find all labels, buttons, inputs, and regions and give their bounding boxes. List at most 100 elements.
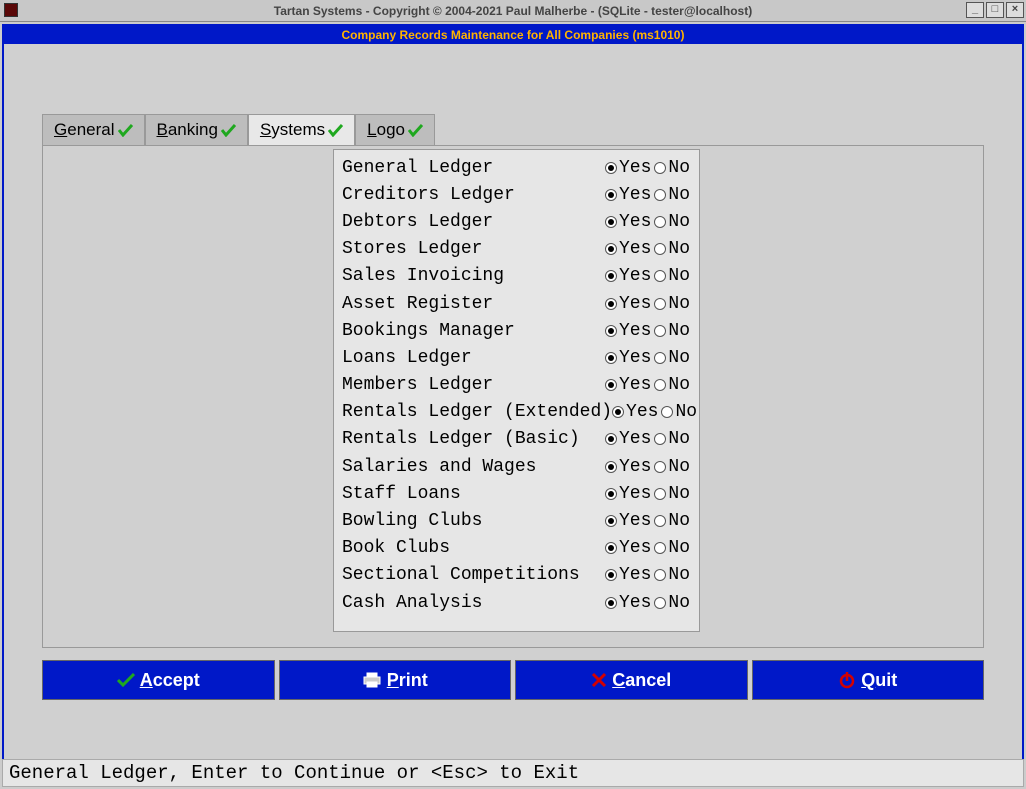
- radio-yes[interactable]: [605, 433, 617, 445]
- tab-banking[interactable]: Banking: [145, 114, 248, 145]
- accept-button[interactable]: Accept: [42, 660, 275, 700]
- option-yes-label: Yes: [619, 294, 651, 314]
- system-label: Rentals Ledger (Extended): [342, 402, 612, 422]
- radio-no[interactable]: [654, 162, 666, 174]
- option-no-label: No: [668, 484, 690, 504]
- app-icon: [4, 3, 18, 17]
- option-yes-label: Yes: [619, 593, 651, 613]
- option-yes-label: Yes: [619, 429, 651, 449]
- system-label: Salaries and Wages: [342, 457, 536, 477]
- option-no-label: No: [668, 294, 690, 314]
- system-label: Rentals Ledger (Basic): [342, 429, 580, 449]
- printer-icon: [362, 672, 382, 688]
- radio-no[interactable]: [654, 325, 666, 337]
- radio-no[interactable]: [654, 270, 666, 282]
- radio-yes[interactable]: [605, 298, 617, 310]
- option-no-label: No: [668, 457, 690, 477]
- system-label: Bookings Manager: [342, 321, 515, 341]
- radio-no[interactable]: [654, 433, 666, 445]
- option-yes-label: Yes: [619, 375, 651, 395]
- form-banner: Company Records Maintenance for All Comp…: [4, 26, 1022, 44]
- option-yes-label: Yes: [619, 348, 651, 368]
- check-icon: [328, 124, 343, 137]
- system-label: Asset Register: [342, 294, 493, 314]
- minimize-button[interactable]: _: [966, 2, 984, 18]
- system-label: General Ledger: [342, 158, 493, 178]
- system-row: Salaries and Wages Yes No: [342, 453, 691, 480]
- system-options: YesNo: [612, 402, 698, 422]
- radio-no[interactable]: [654, 488, 666, 500]
- radio-no[interactable]: [654, 189, 666, 201]
- system-options: YesNo: [605, 565, 691, 585]
- option-no-label: No: [668, 511, 690, 531]
- radio-no[interactable]: [654, 379, 666, 391]
- radio-yes[interactable]: [605, 515, 617, 527]
- system-options: YesNo: [605, 239, 691, 259]
- radio-yes[interactable]: [605, 352, 617, 364]
- radio-yes[interactable]: [605, 325, 617, 337]
- radio-no[interactable]: [654, 298, 666, 310]
- radio-no[interactable]: [654, 515, 666, 527]
- system-row: Bowling ClubsYesNo: [342, 507, 691, 534]
- radio-yes[interactable]: [605, 162, 617, 174]
- radio-yes[interactable]: [605, 189, 617, 201]
- radio-yes[interactable]: [605, 270, 617, 282]
- radio-yes[interactable]: [605, 597, 617, 609]
- system-label: Loans Ledger: [342, 348, 472, 368]
- option-no-label: No: [668, 348, 690, 368]
- radio-yes[interactable]: [605, 569, 617, 581]
- system-label: Debtors Ledger: [342, 212, 493, 232]
- check-icon: [408, 124, 423, 137]
- option-no-label: No: [668, 239, 690, 259]
- radio-no[interactable]: [654, 597, 666, 609]
- radio-yes[interactable]: [605, 243, 617, 255]
- radio-no[interactable]: [654, 569, 666, 581]
- option-no-label: No: [668, 185, 690, 205]
- quit-button[interactable]: Quit: [752, 660, 985, 700]
- system-options: YesNo: [605, 593, 691, 613]
- system-label: Members Ledger: [342, 375, 493, 395]
- system-options: YesNo: [605, 429, 691, 449]
- tab-logo[interactable]: Logo: [355, 114, 435, 145]
- radio-no[interactable]: [654, 216, 666, 228]
- system-options: YesNo: [605, 484, 691, 504]
- system-label: Sales Invoicing: [342, 266, 504, 286]
- option-yes-label: Yes: [619, 185, 651, 205]
- system-options: Yes No: [605, 457, 691, 477]
- system-label: Book Clubs: [342, 538, 450, 558]
- maximize-button[interactable]: □: [986, 2, 1004, 18]
- option-no-label: No: [668, 158, 690, 178]
- system-row: Bookings Manager Yes No: [342, 317, 691, 344]
- radio-yes[interactable]: [605, 216, 617, 228]
- option-yes-label: Yes: [619, 321, 651, 341]
- radio-no[interactable]: [654, 352, 666, 364]
- print-button[interactable]: Print: [279, 660, 512, 700]
- option-no-label: No: [668, 538, 690, 558]
- radio-yes[interactable]: [605, 379, 617, 391]
- radio-no[interactable]: [654, 542, 666, 554]
- radio-yes[interactable]: [605, 542, 617, 554]
- system-row: Members Ledger Yes No: [342, 372, 691, 399]
- radio-yes[interactable]: [612, 406, 624, 418]
- tab-general[interactable]: General: [42, 114, 145, 145]
- option-no-label: No: [668, 375, 690, 395]
- radio-yes[interactable]: [605, 488, 617, 500]
- option-no-label: No: [668, 565, 690, 585]
- radio-no[interactable]: [654, 243, 666, 255]
- option-yes-label: Yes: [619, 212, 651, 232]
- tab-systems[interactable]: Systems: [248, 114, 355, 145]
- radio-no[interactable]: [661, 406, 673, 418]
- option-no-label: No: [668, 321, 690, 341]
- tab-body: General LedgerYesNoCreditors LedgerYesNo…: [42, 145, 984, 648]
- system-label: Stores Ledger: [342, 239, 482, 259]
- radio-no[interactable]: [654, 461, 666, 473]
- system-label: Staff Loans: [342, 484, 461, 504]
- system-options: Yes No: [605, 294, 691, 314]
- cancel-button[interactable]: Cancel: [515, 660, 748, 700]
- system-row: General LedgerYesNo: [342, 154, 691, 181]
- option-no-label: No: [668, 212, 690, 232]
- system-row: Loans Ledger Yes No: [342, 344, 691, 371]
- radio-yes[interactable]: [605, 461, 617, 473]
- option-yes-label: Yes: [619, 457, 651, 477]
- close-button[interactable]: ×: [1006, 2, 1024, 18]
